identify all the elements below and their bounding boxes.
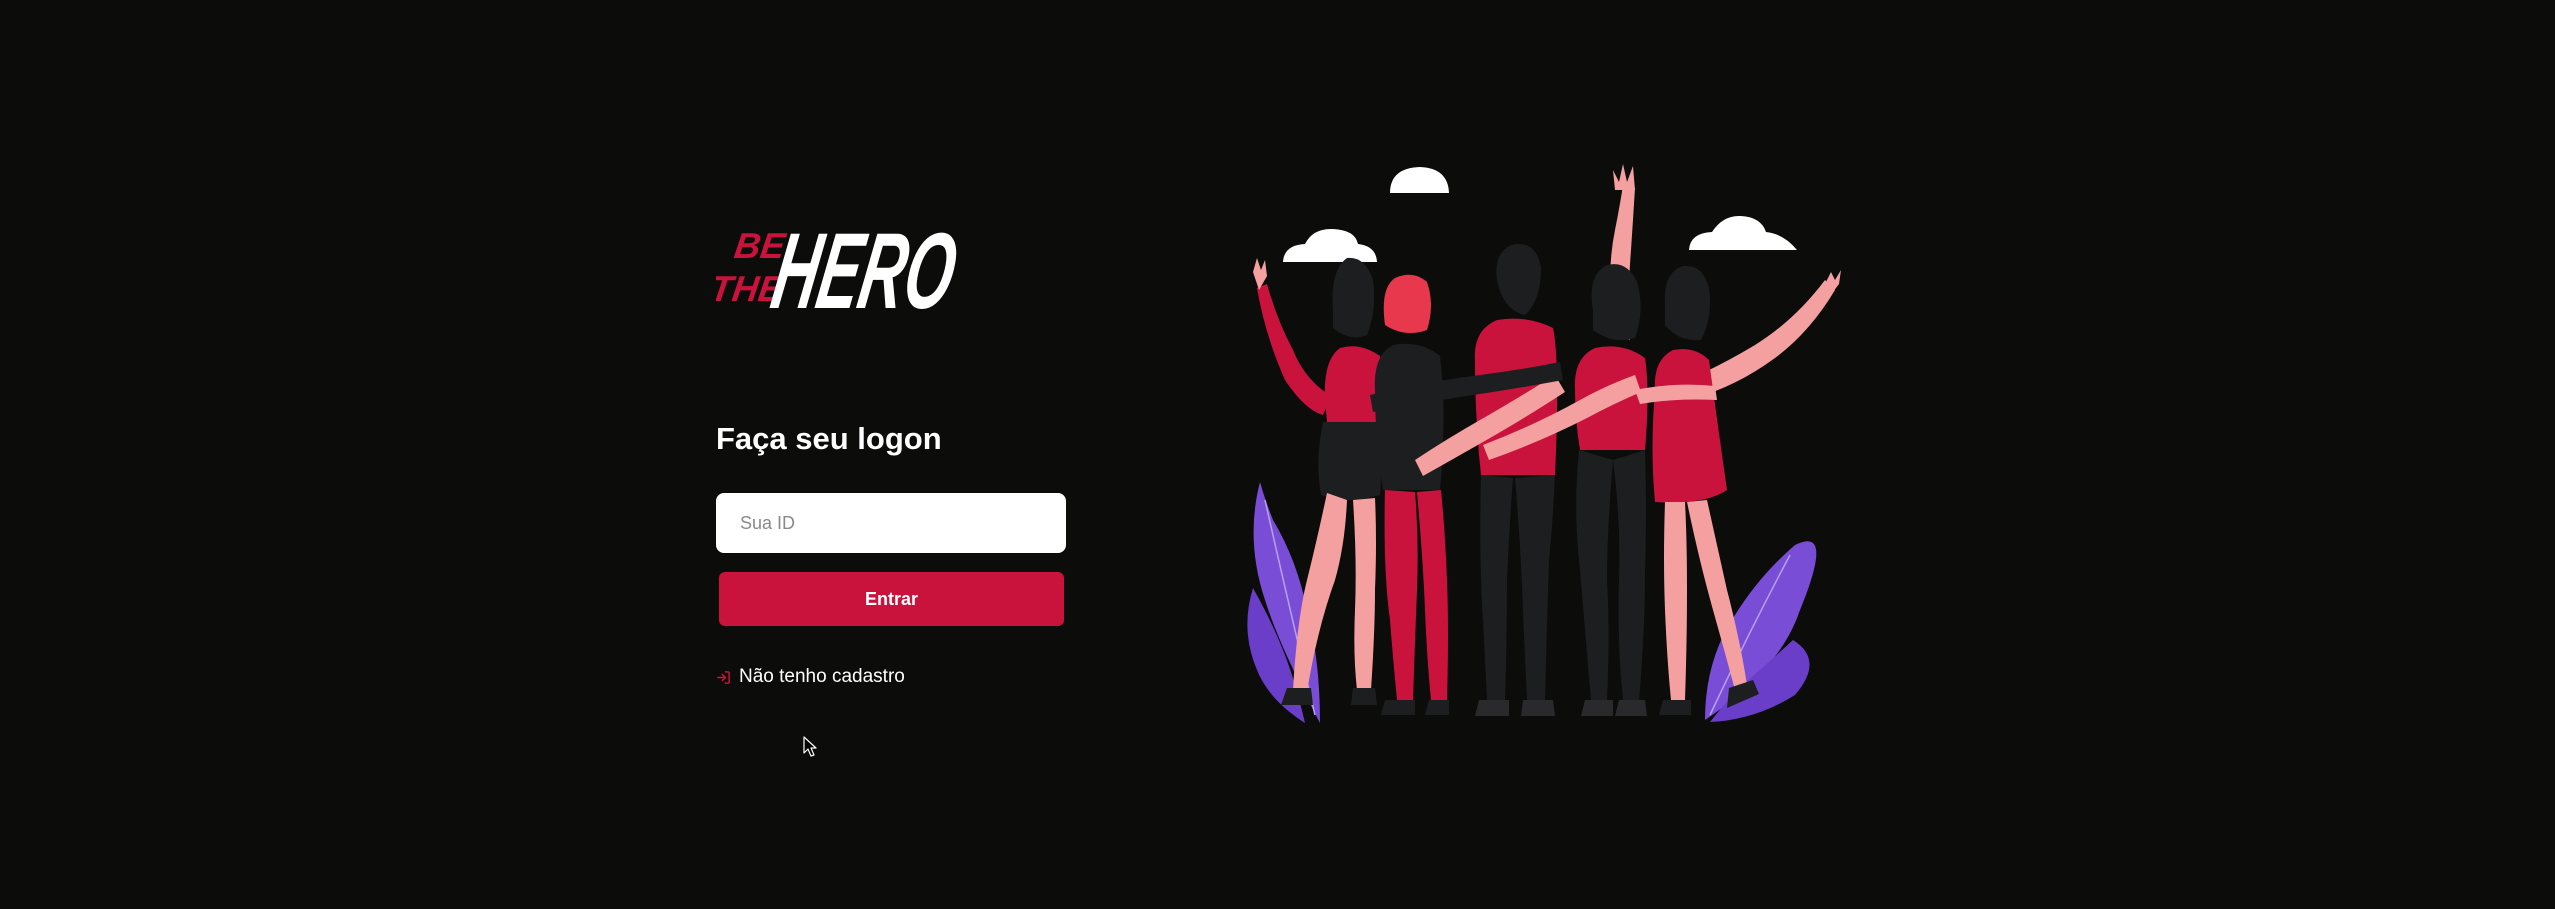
person-figure [1474, 243, 1558, 716]
cloud-icon [1283, 228, 1377, 262]
raised-hand [1613, 164, 1635, 190]
person-figure [1374, 274, 1449, 715]
logon-section: BE THE HERO Faça seu logon Entrar Não te… [716, 208, 1066, 687]
logon-page: BE THE HERO Faça seu logon Entrar Não te… [0, 0, 2555, 909]
cloud-icon [1390, 167, 1449, 193]
heroes-illustration [1247, 164, 1841, 723]
raised-arm [1705, 280, 1835, 392]
login-button[interactable]: Entrar [719, 572, 1064, 626]
register-link[interactable]: Não tenho cadastro [716, 666, 905, 688]
be-the-hero-logo: BE THE HERO [716, 211, 966, 323]
mouse-pointer-icon [803, 736, 817, 757]
register-label: Não tenho cadastro [739, 666, 905, 687]
logo-hero-text: HERO [764, 211, 965, 323]
id-input[interactable] [716, 493, 1066, 553]
logon-title: Faça seu logon [716, 421, 942, 456]
raised-arm [1257, 284, 1331, 415]
person-figure [1574, 264, 1648, 716]
cloud-icon [1689, 215, 1797, 250]
log-in-icon [717, 670, 730, 684]
